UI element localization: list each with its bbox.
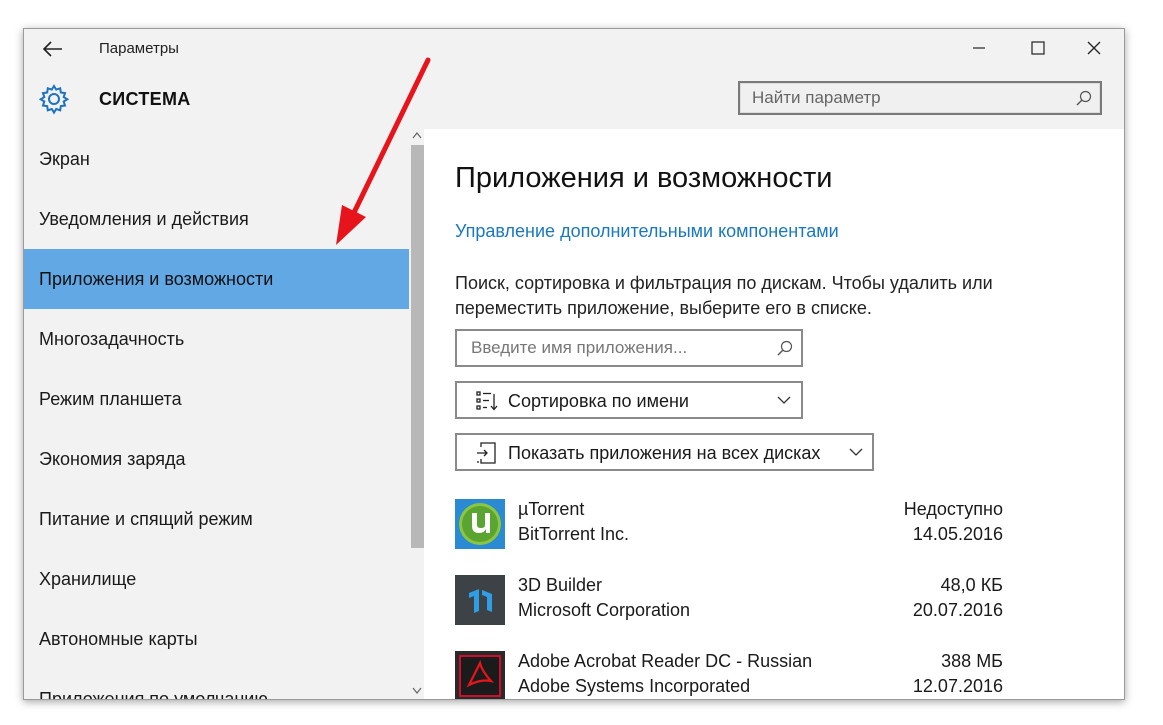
sidebar-item-power-sleep[interactable]: Питание и спящий режим: [24, 489, 409, 549]
app-size: Недоступно: [903, 499, 1003, 519]
app-list-item[interactable]: 3D Builder Microsoft Corporation 48,0 КБ…: [455, 575, 1015, 631]
app-list-item[interactable]: µTorrent BitTorrent Inc. Недоступно 14.0…: [455, 499, 1015, 555]
search-icon[interactable]: [1076, 90, 1092, 106]
sidebar: Экран Уведомления и действия Приложения …: [24, 129, 424, 699]
settings-search-input[interactable]: [740, 83, 1094, 113]
app-search-box[interactable]: [455, 329, 803, 367]
app-name: Adobe Acrobat Reader DC - Russian: [518, 651, 813, 671]
sort-list-icon: [476, 391, 498, 411]
section-title: СИСТЕМА: [99, 89, 191, 109]
utorrent-icon: [455, 499, 505, 549]
sidebar-item-offline-maps[interactable]: Автономные карты: [24, 609, 409, 669]
sidebar-item-tablet-mode[interactable]: Режим планшета: [24, 369, 409, 429]
page-title: Приложения и возможности: [455, 162, 833, 194]
drive-filter-icon: [477, 442, 496, 464]
app-name: µTorrent: [518, 499, 585, 519]
chevron-down-icon: [849, 448, 863, 456]
sidebar-item-notifications[interactable]: Уведомления и действия: [24, 189, 409, 249]
scroll-up-icon[interactable]: [412, 131, 422, 139]
app-publisher: Microsoft Corporation: [518, 600, 691, 620]
app-install-date: 12.07.2016: [912, 676, 1003, 696]
sort-dropdown[interactable]: Сортировка по имени: [455, 381, 803, 419]
sort-dropdown-label: Сортировка по имени: [508, 391, 689, 411]
title-bar: Параметры: [24, 29, 1124, 69]
manage-optional-features-link[interactable]: Управление дополнительными компонентами: [455, 221, 839, 242]
sidebar-item-apps-features[interactable]: Приложения и возможности: [24, 249, 409, 309]
scrollbar-thumb[interactable]: [411, 145, 424, 548]
3d-builder-icon: [455, 575, 505, 625]
app-list-item[interactable]: Adobe Acrobat Reader DC - Russian Adobe …: [455, 651, 1015, 699]
settings-window: Параметры СИСТЕМА Экран Ув: [23, 28, 1125, 700]
drive-filter-label: Показать приложения на всех дисках: [508, 443, 821, 463]
sidebar-item-storage[interactable]: Хранилище: [24, 549, 409, 609]
app-name: 3D Builder: [518, 575, 603, 595]
app-size: 388 МБ: [941, 651, 1003, 671]
app-publisher: Adobe Systems Incorporated: [518, 676, 751, 696]
scroll-down-icon[interactable]: [412, 687, 422, 695]
drive-filter-dropdown[interactable]: Показать приложения на всех дисках: [455, 433, 874, 471]
main-panel: Приложения и возможности Управление допо…: [424, 129, 1124, 699]
app-publisher: BitTorrent Inc.: [518, 524, 630, 544]
sidebar-item-multitasking[interactable]: Многозадачность: [24, 309, 409, 369]
app-install-date: 20.07.2016: [912, 600, 1003, 620]
window-title: Параметры: [99, 40, 179, 57]
close-icon[interactable]: [1081, 37, 1107, 59]
gear-icon: [38, 84, 70, 115]
app-install-date: 14.05.2016: [912, 524, 1003, 544]
sidebar-item-default-apps[interactable]: Приложения по умолчанию: [24, 669, 409, 699]
back-arrow-icon[interactable]: [40, 39, 64, 59]
sidebar-item-display[interactable]: Экран: [24, 129, 409, 189]
sidebar-item-battery-saver[interactable]: Экономия заряда: [24, 429, 409, 489]
maximize-icon[interactable]: [1025, 37, 1051, 59]
app-search-input[interactable]: [457, 331, 795, 365]
description-text: Поиск, сортировка и фильтрация по дискам…: [455, 273, 993, 318]
settings-search-box[interactable]: [738, 81, 1102, 115]
search-icon[interactable]: [777, 340, 793, 356]
app-size: 48,0 КБ: [940, 575, 1003, 595]
minimize-icon[interactable]: [966, 37, 992, 59]
acrobat-icon: [455, 651, 505, 699]
chevron-down-icon: [777, 396, 791, 404]
header: СИСТЕМА: [24, 69, 1124, 129]
